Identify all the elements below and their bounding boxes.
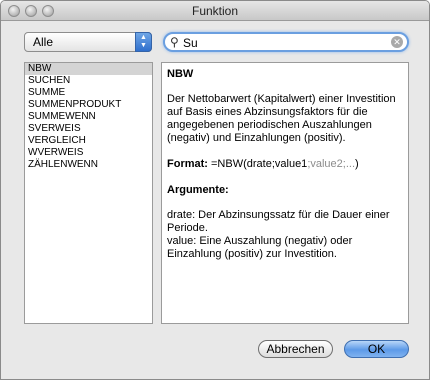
function-list[interactable]: NBW SUCHEN SUMME SUMMENPRODUKT SUMMEWENN… [24,62,153,324]
argument-value: value: Eine Auszahlung (negativ) oder Ei… [167,235,353,260]
format-optional: ;value2;... [307,158,356,170]
title-bar: Funktion [1,1,429,21]
list-item[interactable]: SVERWEIS [25,123,152,135]
list-item[interactable]: SUCHEN [25,75,152,87]
format-syntax: =NBW(drate;value1 [207,158,308,170]
category-select[interactable]: Alle ▲ ▼ [24,32,152,52]
description-title: NBW [167,68,194,80]
description-panel: NBW Der Nettobarwert (Kapitalwert) einer… [161,62,409,324]
list-item[interactable]: VERGLEICH [25,135,152,147]
window-title: Funktion [191,4,239,18]
cancel-button[interactable]: Abbrechen [258,340,333,358]
list-item[interactable]: SUMMENPRODUKT [25,99,152,111]
up-down-arrows-icon: ▲ ▼ [135,32,152,52]
list-item[interactable]: ZÄHLENWENN [25,159,152,171]
ok-button[interactable]: OK [344,340,409,358]
search-field[interactable]: ⚲ ✕ [163,32,409,52]
list-item[interactable]: WVERWEIS [25,147,152,159]
function-dialog: Funktion Alle ▲▼ ⚲ ✕ NBW SUCHEN SUMME SU… [0,0,430,380]
search-input[interactable] [183,35,383,50]
category-select-value: Alle [33,35,54,49]
list-item[interactable]: NBW [25,63,152,75]
list-item[interactable]: SUMME [25,87,152,99]
search-icon: ⚲ [170,35,179,49]
argument-drate: drate: Der Abzinsungssatz für die Dauer … [167,209,390,234]
format-label: Format: [167,158,208,170]
format-close: ) [355,158,359,170]
clear-search-icon[interactable]: ✕ [391,36,403,48]
description-body: Der Nettobarwert (Kapitalwert) einer Inv… [167,93,396,144]
format-line: Format: =NBW(drate;value1;value2;...) [167,158,403,171]
list-item[interactable]: SUMMEWENN [25,111,152,123]
arguments-title: Argumente: [167,184,229,196]
